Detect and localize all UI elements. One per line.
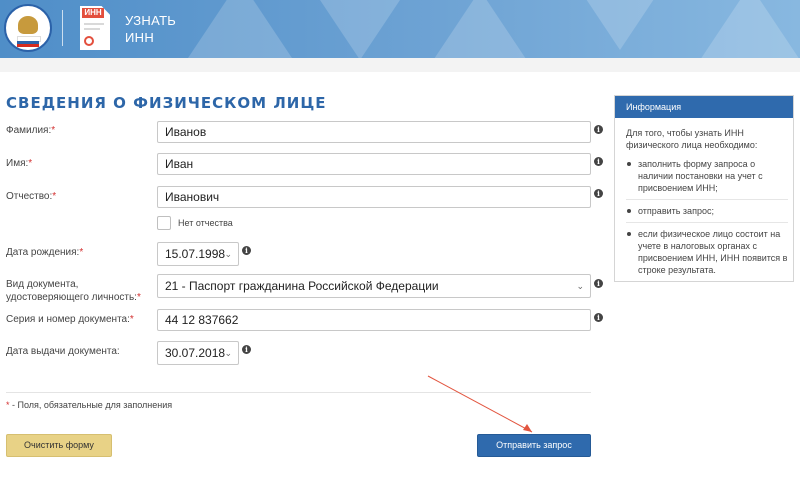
clear-form-button[interactable]: Очистить форму — [6, 434, 112, 457]
chevron-down-icon: ⌄ — [224, 348, 232, 358]
no-patronymic-checkbox[interactable] — [157, 216, 171, 230]
info-icon[interactable]: i — [594, 189, 603, 198]
chevron-down-icon: ⌄ — [224, 249, 232, 259]
doc-date-picker[interactable]: 30.07.2018 ⌄ — [157, 341, 239, 365]
doc-type-select[interactable]: 21 - Паспорт гражданина Российской Федер… — [157, 274, 591, 298]
info-icon[interactable]: i — [242, 345, 251, 354]
doc-type-label: Вид документа, удостоверяющего личность:… — [6, 279, 141, 303]
surname-input[interactable]: Иванов — [157, 121, 591, 143]
required-note: * - Поля, обязательные для заполнения — [6, 400, 173, 410]
info-panel: Информация Для того, чтобы узнать ИНН фи… — [614, 95, 794, 282]
info-icon[interactable]: i — [594, 125, 603, 134]
doc-date-label: Дата выдачи документа: — [6, 346, 120, 357]
annotation-arrow — [427, 375, 533, 433]
patronymic-input[interactable]: Иванович — [157, 186, 591, 208]
birth-date-label: Дата рождения:* — [6, 247, 84, 258]
surname-label: Фамилия:* — [6, 125, 56, 136]
info-panel-intro: Для того, чтобы узнать ИНН физического л… — [626, 128, 758, 150]
site-header: ИНН УЗНАТЬ ИНН — [0, 0, 800, 58]
header-divider — [62, 10, 63, 46]
list-item: отправить запрос; — [626, 205, 788, 223]
header-title: УЗНАТЬ ИНН — [125, 13, 177, 45]
name-label: Имя:* — [6, 158, 33, 169]
info-icon[interactable]: i — [594, 313, 603, 322]
list-item: заполнить форму запроса о наличии постан… — [626, 158, 788, 200]
no-patronymic-label: Нет отчества — [178, 218, 233, 228]
doc-number-label: Серия и номер документа:* — [6, 314, 134, 325]
inn-document-icon: ИНН — [80, 6, 110, 50]
birth-date-picker[interactable]: 15.07.1998 ⌄ — [157, 242, 239, 266]
info-icon[interactable]: i — [242, 246, 251, 255]
info-panel-list: заполнить форму запроса о наличии постан… — [626, 158, 788, 286]
info-panel-title: Информация — [615, 96, 793, 118]
info-icon[interactable]: i — [594, 157, 603, 166]
doc-number-input[interactable]: 44 12 837662 — [157, 309, 591, 331]
info-icon[interactable]: i — [594, 279, 603, 288]
logo-emblem-icon[interactable] — [4, 4, 52, 52]
chevron-down-icon: ⌄ — [576, 281, 584, 291]
page-title: СВЕДЕНИЯ О ФИЗИЧЕСКОМ ЛИЦЕ — [6, 94, 327, 112]
list-item: если физическое лицо состоит на учете в … — [626, 228, 788, 281]
name-input[interactable]: Иван — [157, 153, 591, 175]
patronymic-label: Отчество:* — [6, 191, 57, 202]
